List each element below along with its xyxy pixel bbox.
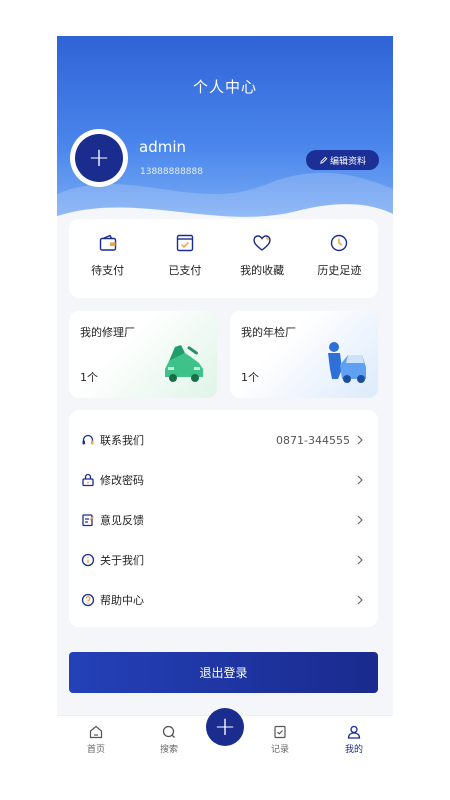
info-icon xyxy=(81,553,95,567)
chevron-right-icon xyxy=(357,515,363,525)
edit-profile-label: 编辑资料 xyxy=(329,156,366,167)
menu-item-change-password[interactable]: 修改密码 xyxy=(69,460,378,500)
user-icon xyxy=(347,725,361,739)
tab-label: 首页 xyxy=(86,745,105,755)
settings-menu: 联系我们 0871-344555 修改密码 意见反馈 关于我们 帮助中心 xyxy=(69,410,378,627)
shortcut-label: 我的收藏 xyxy=(240,264,285,277)
plus-icon: + xyxy=(214,712,236,742)
tab-records[interactable]: 记录 xyxy=(260,724,300,755)
menu-label: 联系我们 xyxy=(100,434,144,447)
car-repair-illustration xyxy=(165,345,203,382)
record-icon xyxy=(274,725,286,739)
tab-mine[interactable]: 我的 xyxy=(334,724,374,755)
shortcut-label: 已支付 xyxy=(168,264,202,277)
order-shortcuts-card: 待支付 已支付 我的收藏 历史足迹 xyxy=(69,219,378,298)
pencil-icon xyxy=(320,156,328,164)
menu-item-feedback[interactable]: 意见反馈 xyxy=(69,500,378,540)
check-box-icon xyxy=(176,234,194,252)
chevron-right-icon xyxy=(357,555,363,565)
shortcut-label: 历史足迹 xyxy=(317,264,362,277)
shortcut-favorites[interactable]: 我的收藏 xyxy=(224,219,301,298)
card-title: 我的修理厂 xyxy=(80,326,135,339)
menu-label: 关于我们 xyxy=(100,554,144,567)
tab-home[interactable]: 首页 xyxy=(76,724,116,755)
menu-item-contact-us[interactable]: 联系我们 0871-344555 xyxy=(69,420,378,460)
tab-label: 搜索 xyxy=(159,745,178,755)
tab-label: 我的 xyxy=(344,745,363,755)
shortcut-pending-payment[interactable]: 待支付 xyxy=(69,219,146,298)
search-icon xyxy=(162,725,175,738)
card-count: 1个 xyxy=(241,371,259,384)
headset-icon xyxy=(82,434,94,445)
plus-icon: + xyxy=(75,134,123,182)
menu-label: 意见反馈 xyxy=(100,514,144,527)
user-phone: 13888888888 xyxy=(140,167,203,177)
menu-item-help-center[interactable]: 帮助中心 xyxy=(69,580,378,620)
chevron-right-icon xyxy=(357,435,363,445)
tab-search[interactable]: 搜索 xyxy=(149,724,189,755)
chevron-right-icon xyxy=(357,595,363,605)
phone-screen: 个人中心 + admin 13888888888 编辑资料 待支付 已支付 我的… xyxy=(57,36,393,770)
contact-phone: 0871-344555 xyxy=(276,433,350,447)
wallet-icon xyxy=(99,234,116,251)
help-icon xyxy=(81,593,95,607)
edit-note-icon xyxy=(82,514,94,527)
menu-label: 修改密码 xyxy=(100,474,144,487)
page-title: 个人中心 xyxy=(192,78,257,96)
username: admin xyxy=(139,138,186,156)
card-title: 我的年检厂 xyxy=(241,326,296,339)
bottom-tab-bar: 首页 搜索 + 记录 我的 xyxy=(57,708,393,770)
avatar[interactable]: + xyxy=(70,129,128,187)
home-icon xyxy=(89,725,103,739)
car-inspection-illustration xyxy=(328,342,366,383)
profile-header: 个人中心 + admin 13888888888 编辑资料 xyxy=(57,36,393,246)
card-count: 1个 xyxy=(80,371,98,384)
my-repair-shop-card[interactable]: 我的修理厂 1个 xyxy=(69,311,217,398)
menu-label: 帮助中心 xyxy=(100,594,144,607)
clock-icon xyxy=(331,234,348,252)
shortcut-label: 待支付 xyxy=(91,264,125,277)
tab-label: 记录 xyxy=(270,745,289,755)
logout-button[interactable]: 退出登录 xyxy=(69,652,378,693)
shortcut-history[interactable]: 历史足迹 xyxy=(301,219,378,298)
edit-profile-button[interactable]: 编辑资料 xyxy=(306,150,379,170)
chevron-right-icon xyxy=(357,475,363,485)
my-inspection-station-card[interactable]: 我的年检厂 1个 xyxy=(230,311,378,398)
add-button[interactable]: + xyxy=(206,708,244,746)
shortcut-paid[interactable]: 已支付 xyxy=(146,219,223,298)
menu-item-about-us[interactable]: 关于我们 xyxy=(69,540,378,580)
lock-icon xyxy=(82,473,94,487)
heart-icon xyxy=(253,235,271,251)
